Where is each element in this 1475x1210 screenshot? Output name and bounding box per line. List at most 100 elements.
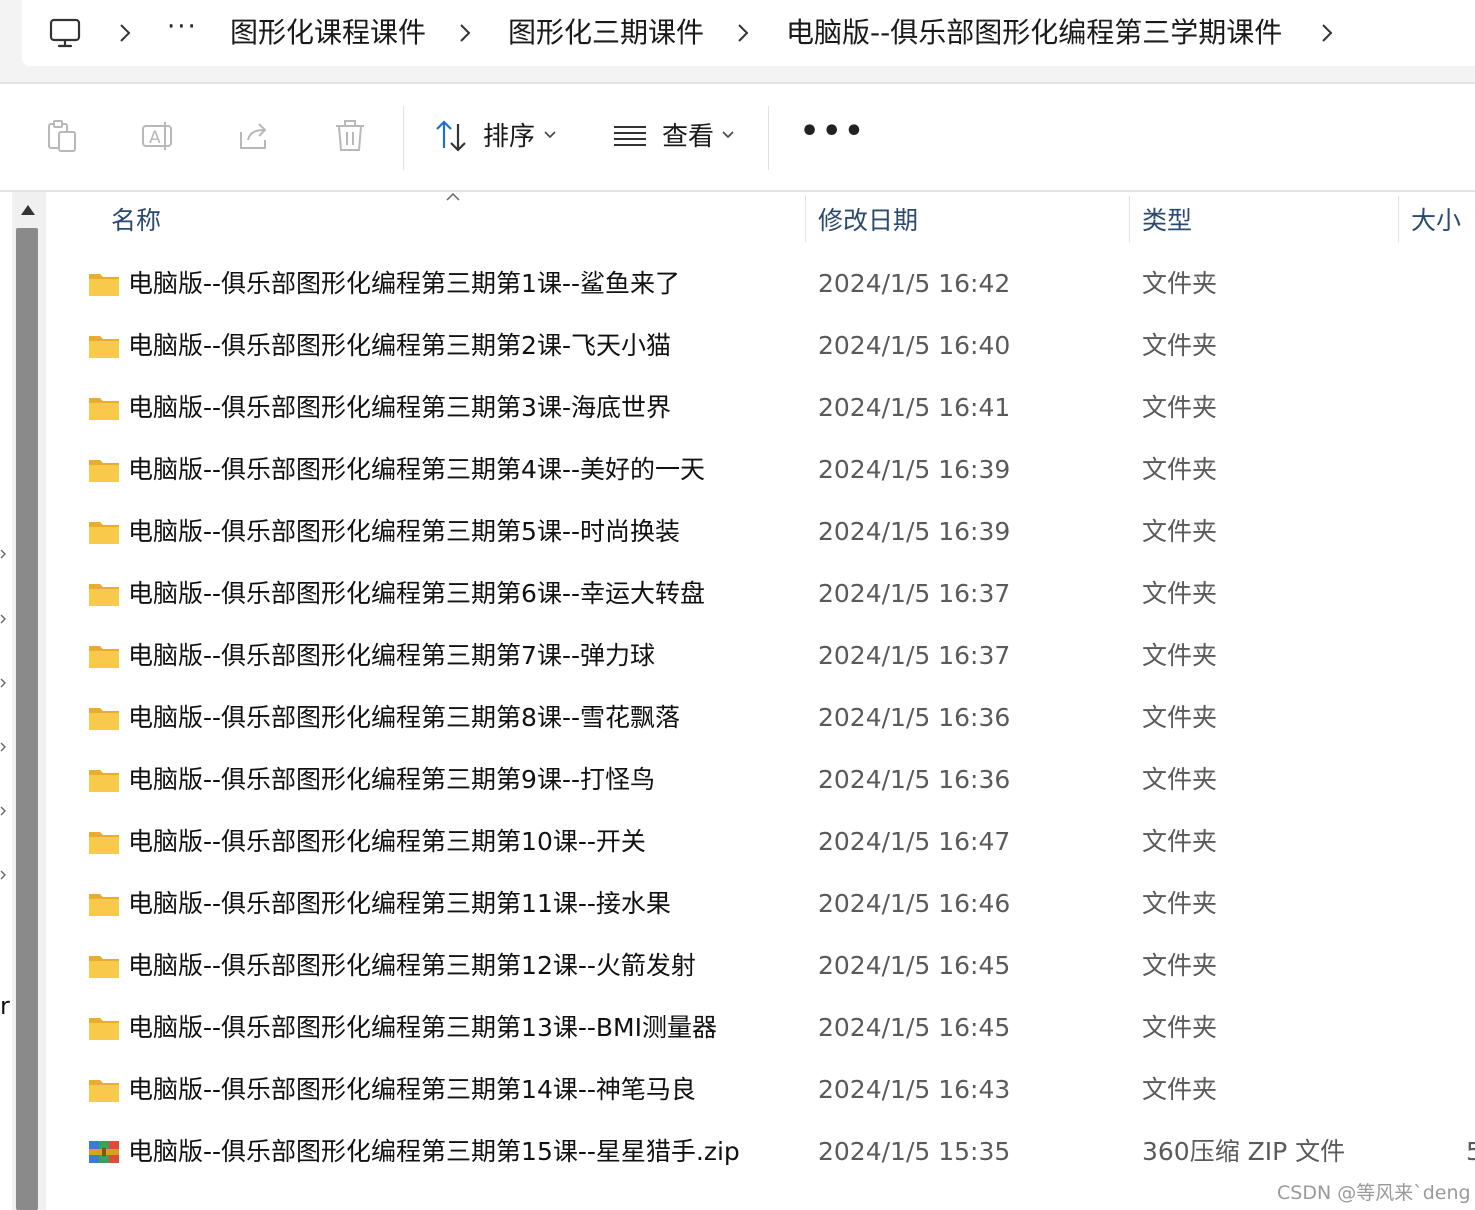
nav-expand-chevron-icon[interactable]	[0, 870, 6, 880]
view-icon[interactable]	[612, 118, 648, 154]
file-name: 电脑版--俱乐部图形化编程第三期第14课--神笔马良	[128, 1075, 696, 1104]
column-header-name[interactable]: 名称	[111, 204, 161, 238]
file-type: 文件夹	[1142, 765, 1218, 794]
column-divider[interactable]	[1129, 196, 1130, 242]
sort-button[interactable]: 排序	[483, 120, 535, 154]
file-row[interactable]: 电脑版--俱乐部图形化编程第三期第9课--打怪鸟 2024/1/5 16:36 文件…	[48, 750, 1475, 812]
watermark: CSDN @等风来`deng	[1277, 1182, 1471, 1204]
column-header-type[interactable]: 类型	[1142, 204, 1192, 238]
file-date-modified: 2024/1/5 16:45	[818, 1013, 1011, 1042]
file-type: 文件夹	[1142, 827, 1218, 856]
file-date-modified: 2024/1/5 16:46	[818, 889, 1011, 918]
file-date-modified: 2024/1/5 16:43	[818, 1075, 1011, 1104]
file-date-modified: 2024/1/5 16:47	[818, 827, 1011, 856]
file-name: 电脑版--俱乐部图形化编程第三期第12课--火箭发射	[128, 951, 696, 980]
file-name: 电脑版--俱乐部图形化编程第三期第15课--星星猎手.zip	[128, 1137, 740, 1166]
zip-archive-icon	[88, 1139, 120, 1165]
nav-expand-chevron-icon[interactable]	[0, 614, 6, 624]
share-icon[interactable]	[236, 118, 272, 154]
breadcrumb-chevron-icon[interactable]	[454, 20, 476, 46]
file-row[interactable]: 电脑版--俱乐部图形化编程第三期第2课-飞天小猫 2024/1/5 16:40 文件…	[48, 316, 1475, 378]
file-row[interactable]: 电脑版--俱乐部图形化编程第三期第6课--幸运大转盘 2024/1/5 16:37…	[48, 564, 1475, 626]
folder-icon	[88, 395, 120, 421]
file-name: 电脑版--俱乐部图形化编程第三期第3课-海底世界	[128, 393, 671, 422]
file-row[interactable]: 电脑版--俱乐部图形化编程第三期第13课--BMI测量器 2024/1/5 16:…	[48, 998, 1475, 1060]
folder-icon	[88, 1015, 120, 1041]
file-date-modified: 2024/1/5 16:37	[818, 641, 1011, 670]
this-pc-icon[interactable]	[48, 16, 82, 50]
paste-icon[interactable]	[44, 118, 80, 154]
column-header-size[interactable]: 大小	[1411, 204, 1461, 238]
scroll-up-arrow-icon[interactable]	[20, 204, 36, 216]
breadcrumb-chevron-icon[interactable]	[732, 20, 754, 46]
file-type: 文件夹	[1142, 579, 1218, 608]
folder-icon	[88, 1077, 120, 1103]
file-type: 文件夹	[1142, 393, 1218, 422]
file-date-modified: 2024/1/5 16:42	[818, 269, 1011, 298]
file-date-modified: 2024/1/5 15:35	[818, 1137, 1011, 1166]
breadcrumb-overflow[interactable]: ···	[167, 12, 198, 42]
breadcrumb-chevron-icon[interactable]	[114, 20, 136, 46]
file-name: 电脑版--俱乐部图形化编程第三期第1课--鲨鱼来了	[128, 269, 680, 298]
file-row[interactable]: 电脑版--俱乐部图形化编程第三期第10课--开关 2024/1/5 16:47 文件…	[48, 812, 1475, 874]
breadcrumb-item[interactable]: 图形化三期课件	[508, 14, 704, 52]
file-type: 文件夹	[1142, 1075, 1218, 1104]
folder-icon	[88, 643, 120, 669]
folder-icon	[88, 829, 120, 855]
address-bar[interactable]: ··· 图形化课程课件 图形化三期课件 电脑版--俱乐部图形化编程第三学期课件	[22, 0, 1475, 66]
file-date-modified: 2024/1/5 16:36	[818, 703, 1011, 732]
nav-expand-chevron-icon[interactable]	[0, 742, 6, 752]
file-row[interactable]: 电脑版--俱乐部图形化编程第三期第3课-海底世界 2024/1/5 16:41 文件…	[48, 378, 1475, 440]
file-name: 电脑版--俱乐部图形化编程第三期第8课--雪花飘落	[128, 703, 680, 732]
file-type: 文件夹	[1142, 703, 1218, 732]
file-type: 文件夹	[1142, 517, 1218, 546]
file-name: 电脑版--俱乐部图形化编程第三期第10课--开关	[128, 827, 646, 856]
file-row[interactable]: 电脑版--俱乐部图形化编程第三期第4课--美好的一天 2024/1/5 16:39…	[48, 440, 1475, 502]
more-options-button[interactable]: •••	[800, 114, 867, 149]
file-date-modified: 2024/1/5 16:36	[818, 765, 1011, 794]
nav-expand-chevron-icon[interactable]	[0, 549, 6, 559]
toolbar-divider	[403, 106, 404, 170]
svg-text:A: A	[149, 128, 161, 148]
delete-icon[interactable]	[332, 118, 368, 154]
file-row[interactable]: 电脑版--俱乐部图形化编程第三期第12课--火箭发射 2024/1/5 16:45…	[48, 936, 1475, 998]
file-row[interactable]: 电脑版--俱乐部图形化编程第三期第1课--鲨鱼来了 2024/1/5 16:42 文…	[48, 254, 1475, 316]
folder-icon	[88, 581, 120, 607]
breadcrumb-item[interactable]: 图形化课程课件	[230, 14, 426, 52]
folder-icon	[88, 271, 120, 297]
file-date-modified: 2024/1/5 16:39	[818, 455, 1011, 484]
file-name: 电脑版--俱乐部图形化编程第三期第4课--美好的一天	[128, 455, 705, 484]
file-row[interactable]: 电脑版--俱乐部图形化编程第三期第11课--接水果 2024/1/5 16:46 文…	[48, 874, 1475, 936]
file-row[interactable]: 电脑版--俱乐部图形化编程第三期第15课--星星猎手.zip 2024/1/5 1…	[48, 1122, 1475, 1184]
scrollbar-thumb[interactable]	[16, 228, 38, 1210]
file-type: 文件夹	[1142, 455, 1218, 484]
file-type: 文件夹	[1142, 951, 1218, 980]
file-row[interactable]: 电脑版--俱乐部图形化编程第三期第5课--时尚换装 2024/1/5 16:39 文…	[48, 502, 1475, 564]
nav-expand-chevron-icon[interactable]	[0, 806, 6, 816]
nav-expand-chevron-icon[interactable]	[0, 678, 6, 688]
breadcrumb-item-current[interactable]: 电脑版--俱乐部图形化编程第三学期课件	[786, 14, 1282, 52]
file-row[interactable]: 电脑版--俱乐部图形化编程第三期第8课--雪花飘落 2024/1/5 16:36 文…	[48, 688, 1475, 750]
column-divider[interactable]	[1398, 196, 1399, 242]
sort-ascending-caret-icon	[446, 192, 460, 201]
column-divider[interactable]	[805, 196, 806, 242]
rename-icon[interactable]: A	[140, 118, 176, 154]
file-date-modified: 2024/1/5 16:40	[818, 331, 1011, 360]
folder-icon	[88, 705, 120, 731]
view-button[interactable]: 查看	[662, 120, 714, 154]
breadcrumb-chevron-icon[interactable]	[1316, 20, 1338, 46]
file-date-modified: 2024/1/5 16:37	[818, 579, 1011, 608]
file-row[interactable]: 电脑版--俱乐部图形化编程第三期第14课--神笔马良 2024/1/5 16:43…	[48, 1060, 1475, 1122]
file-type: 文件夹	[1142, 1013, 1218, 1042]
file-name: 电脑版--俱乐部图形化编程第三期第6课--幸运大转盘	[128, 579, 705, 608]
column-header-date[interactable]: 修改日期	[818, 204, 918, 238]
chevron-down-icon[interactable]	[721, 130, 735, 140]
sort-icon[interactable]	[434, 118, 470, 154]
nav-item-partial-label[interactable]: r	[0, 992, 10, 1020]
toolbar-divider	[768, 106, 769, 170]
file-name: 电脑版--俱乐部图形化编程第三期第7课--弹力球	[128, 641, 655, 670]
file-name: 电脑版--俱乐部图形化编程第三期第2课-飞天小猫	[128, 331, 671, 360]
chevron-down-icon[interactable]	[543, 130, 557, 140]
folder-icon	[88, 519, 120, 545]
file-row[interactable]: 电脑版--俱乐部图形化编程第三期第7课--弹力球 2024/1/5 16:37 文件…	[48, 626, 1475, 688]
